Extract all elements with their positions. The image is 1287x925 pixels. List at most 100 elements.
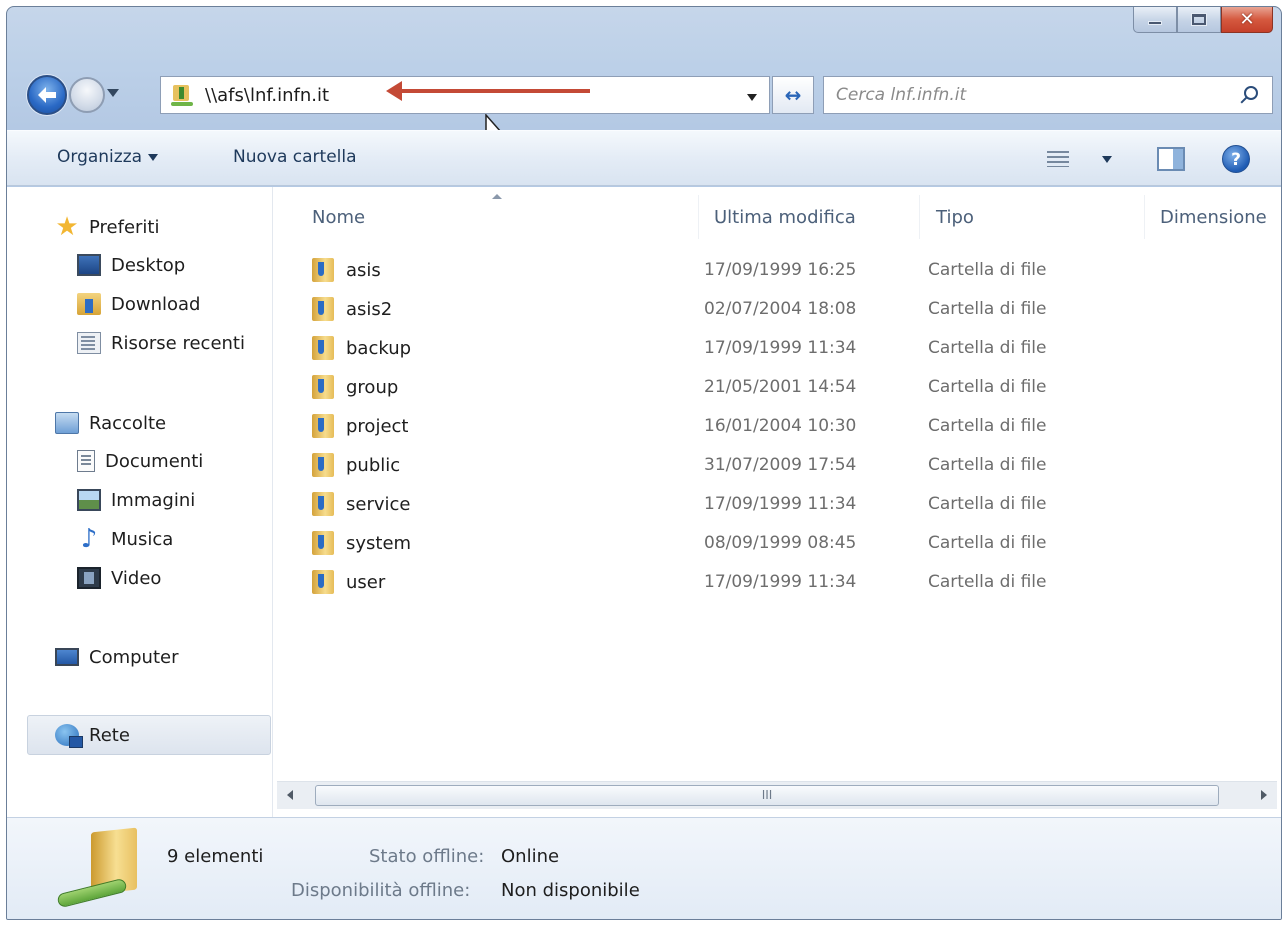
column-header-modified[interactable]: Ultima modifica	[714, 207, 856, 228]
folder-icon	[312, 531, 334, 555]
nav-item-pictures[interactable]: Immagini	[77, 482, 195, 518]
offline-status-value: Online	[501, 846, 560, 867]
recent-pages-chevron-icon[interactable]	[107, 89, 119, 97]
file-modified: 08/09/1999 08:45	[704, 533, 857, 553]
nav-item-download[interactable]: Download	[77, 286, 200, 322]
network-icon	[55, 724, 83, 748]
column-divider[interactable]	[698, 195, 699, 239]
back-button[interactable]	[27, 75, 67, 115]
navigation-pane: ★ Preferiti Desktop Download Risorse rec…	[7, 187, 273, 817]
folder-icon	[312, 297, 334, 321]
new-folder-label: Nuova cartella	[233, 147, 357, 167]
file-name: service	[346, 494, 411, 515]
file-name: asis2	[346, 299, 393, 320]
close-button[interactable]: ✕	[1221, 7, 1273, 33]
preview-pane-icon[interactable]	[1157, 147, 1185, 171]
file-modified: 17/09/1999 11:34	[704, 494, 857, 514]
file-modified: 17/09/1999 11:34	[704, 572, 857, 592]
organize-label: Organizza	[57, 147, 143, 167]
forward-button[interactable]	[69, 77, 105, 113]
pictures-icon	[77, 489, 101, 511]
file-modified: 21/05/2001 14:54	[704, 377, 857, 397]
command-bar: Organizza Nuova cartella ?	[7, 130, 1281, 186]
nav-item-recent[interactable]: Risorse recenti	[77, 325, 245, 361]
file-type: Cartella di file	[928, 533, 1047, 553]
search-input[interactable]	[836, 85, 1226, 105]
organize-menu-button[interactable]: Organizza	[57, 147, 159, 167]
file-type: Cartella di file	[928, 494, 1047, 514]
file-type: Cartella di file	[928, 572, 1047, 592]
search-icon[interactable]	[1244, 86, 1258, 100]
chevron-down-icon	[148, 153, 159, 161]
nav-label: Rete	[89, 724, 130, 746]
nav-label: Risorse recenti	[111, 332, 245, 354]
column-divider[interactable]	[1144, 195, 1145, 239]
new-folder-button[interactable]: Nuova cartella	[233, 147, 357, 167]
file-row[interactable]: group 21/05/2001 14:54 Cartella di file	[304, 369, 1264, 405]
folder-icon	[312, 414, 334, 438]
column-header-type[interactable]: Tipo	[936, 207, 974, 228]
nav-label: Computer	[89, 646, 179, 668]
nav-item-video[interactable]: Video	[77, 560, 161, 596]
back-arrow-icon	[38, 87, 56, 103]
file-row[interactable]: system 08/09/1999 08:45 Cartella di file	[304, 525, 1264, 561]
nav-item-documents[interactable]: Documenti	[77, 443, 203, 479]
change-view-button[interactable]	[1047, 149, 1117, 171]
file-row[interactable]: public 31/07/2009 17:54 Cartella di file	[304, 447, 1264, 483]
documents-icon	[77, 450, 95, 472]
nav-item-computer[interactable]: Computer	[55, 639, 178, 675]
file-row[interactable]: service 17/09/1999 11:34 Cartella di fil…	[304, 486, 1264, 522]
annotation-arrow	[386, 81, 590, 101]
folder-icon	[312, 570, 334, 594]
video-icon	[77, 567, 101, 589]
scroll-left-icon[interactable]	[287, 790, 293, 800]
refresh-button[interactable]: ↔	[772, 76, 814, 114]
file-name: project	[346, 416, 409, 437]
minimize-button[interactable]	[1133, 7, 1177, 33]
item-count: 9 elementi	[167, 846, 264, 867]
nav-label: Documenti	[105, 450, 204, 472]
address-dropdown-icon[interactable]	[747, 94, 757, 101]
close-icon: ✕	[1239, 8, 1255, 30]
folder-icon	[312, 336, 334, 360]
column-header-size[interactable]: Dimensione	[1160, 207, 1267, 228]
horizontal-scrollbar[interactable]: III	[277, 781, 1277, 809]
sort-ascending-icon	[492, 194, 502, 199]
address-bar[interactable]: \\afs\lnf.infn.it	[160, 76, 770, 114]
nav-label: Immagini	[111, 489, 196, 511]
offline-availability-value: Non disponibile	[501, 880, 640, 901]
desktop-icon	[77, 254, 101, 276]
chevron-down-icon	[1102, 156, 1112, 163]
file-modified: 16/01/2004 10:30	[704, 416, 857, 436]
details-pane: 9 elementi Stato offline: Online Disponi…	[7, 817, 1281, 919]
column-header-name[interactable]: Nome	[312, 207, 365, 228]
nav-item-favorites[interactable]: ★ Preferiti	[55, 209, 160, 245]
nav-item-network[interactable]: Rete	[55, 717, 130, 753]
nav-label: Preferiti	[89, 216, 160, 238]
scrollbar-thumb[interactable]: III	[315, 785, 1219, 806]
file-name: system	[346, 533, 412, 554]
nav-item-desktop[interactable]: Desktop	[77, 247, 185, 283]
search-box[interactable]	[823, 76, 1273, 114]
file-type: Cartella di file	[928, 260, 1047, 280]
scroll-right-icon[interactable]	[1261, 790, 1267, 800]
nav-item-libraries[interactable]: Raccolte	[55, 405, 166, 441]
address-path[interactable]: \\afs\lnf.infn.it	[205, 85, 329, 106]
nav-label: Raccolte	[89, 412, 167, 434]
file-row[interactable]: backup 17/09/1999 11:34 Cartella di file	[304, 330, 1264, 366]
nav-label: Desktop	[111, 254, 186, 276]
file-row[interactable]: asis 17/09/1999 16:25 Cartella di file	[304, 252, 1264, 288]
folder-icon	[312, 375, 334, 399]
column-divider[interactable]	[919, 195, 920, 239]
file-type: Cartella di file	[928, 299, 1047, 319]
help-icon[interactable]: ?	[1222, 145, 1250, 173]
maximize-button[interactable]	[1177, 7, 1221, 33]
file-row[interactable]: asis2 02/07/2004 18:08 Cartella di file	[304, 291, 1264, 327]
file-row[interactable]: project 16/01/2004 10:30 Cartella di fil…	[304, 408, 1264, 444]
file-row[interactable]: user 17/09/1999 11:34 Cartella di file	[304, 564, 1264, 600]
details-view-icon	[1047, 151, 1069, 167]
caption-buttons: ✕	[1133, 7, 1273, 33]
file-list: Nome Ultima modifica Tipo Dimensione asi…	[274, 187, 1281, 787]
nav-item-music[interactable]: ♪ Musica	[77, 521, 174, 557]
libraries-icon	[55, 412, 79, 434]
